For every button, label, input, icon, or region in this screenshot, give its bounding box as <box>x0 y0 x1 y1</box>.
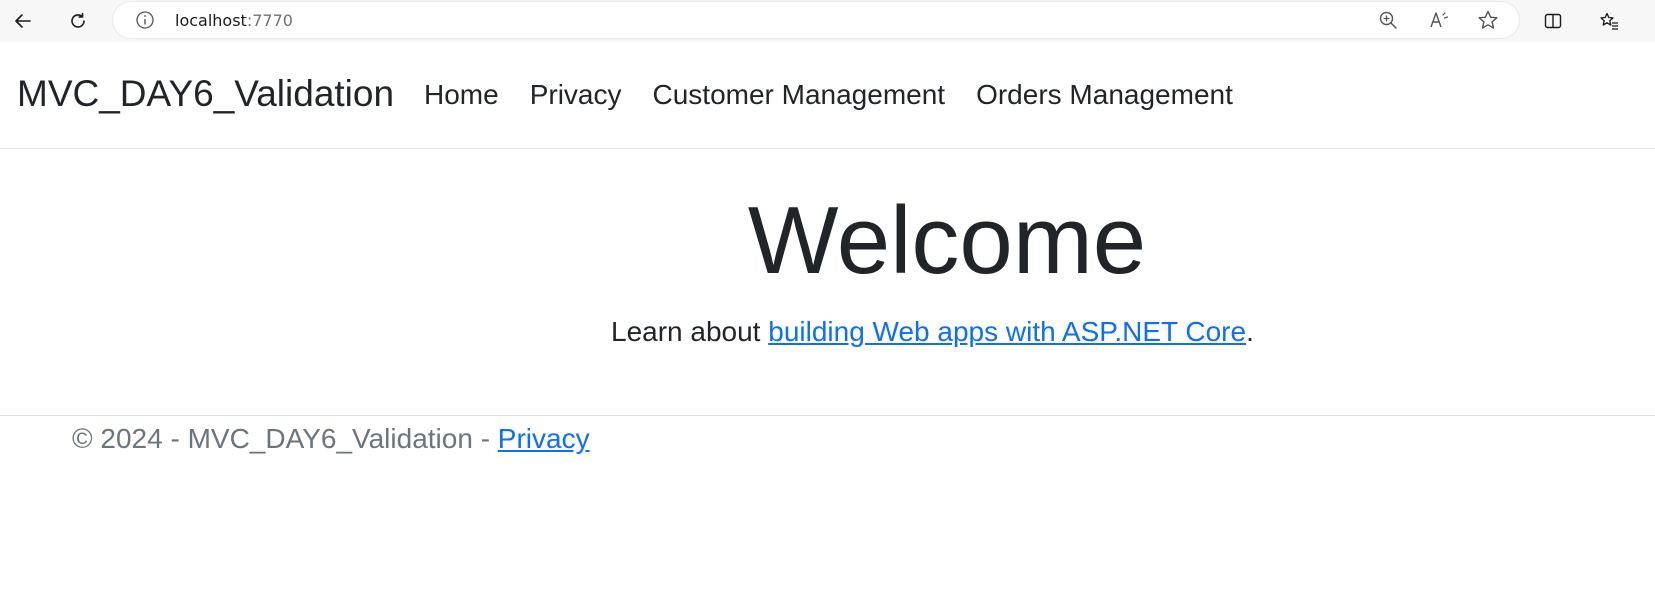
browser-toolbar: localhost:7770 <box>0 0 1655 42</box>
learn-prefix: Learn about <box>611 316 769 347</box>
url-port: :7770 <box>246 11 293 30</box>
navbar-brand[interactable]: MVC_DAY6_Validation <box>17 73 394 115</box>
nav-links: Home Privacy Customer Management Orders … <box>424 79 1264 111</box>
footer: © 2024 - MVC_DAY6_Validation - Privacy <box>72 423 590 455</box>
nav-link-customer-management[interactable]: Customer Management <box>653 79 946 111</box>
welcome-heading: Welcome <box>747 187 1147 294</box>
nav-link-orders-management[interactable]: Orders Management <box>976 79 1233 111</box>
split-screen-icon[interactable] <box>1538 6 1568 36</box>
favorites-list-icon[interactable] <box>1594 6 1624 36</box>
zoom-icon[interactable] <box>1377 9 1399 31</box>
learn-text: Learn about building Web apps with ASP.N… <box>611 316 1254 348</box>
aspnet-docs-link[interactable]: building Web apps with ASP.NET Core <box>768 316 1246 347</box>
nav-link-home[interactable]: Home <box>424 79 499 111</box>
learn-suffix: . <box>1246 316 1254 347</box>
refresh-icon[interactable] <box>63 6 93 36</box>
footer-copyright: © 2024 - MVC_DAY6_Validation - <box>72 423 498 454</box>
site-navbar: MVC_DAY6_Validation Home Privacy Custome… <box>0 43 1655 149</box>
nav-link-privacy[interactable]: Privacy <box>530 79 622 111</box>
footer-divider <box>0 415 1655 416</box>
info-icon[interactable] <box>135 10 155 30</box>
url-host: localhost <box>175 11 247 30</box>
back-icon[interactable] <box>8 6 38 36</box>
address-bar[interactable]: localhost:7770 <box>113 2 1519 38</box>
footer-privacy-link[interactable]: Privacy <box>498 423 590 454</box>
favorite-star-icon[interactable] <box>1477 9 1499 31</box>
read-aloud-icon[interactable] <box>1428 9 1450 31</box>
page: localhost:7770 MVC_DAY6_Validation Home … <box>0 0 1655 615</box>
url-text[interactable]: localhost:7770 <box>175 11 293 30</box>
